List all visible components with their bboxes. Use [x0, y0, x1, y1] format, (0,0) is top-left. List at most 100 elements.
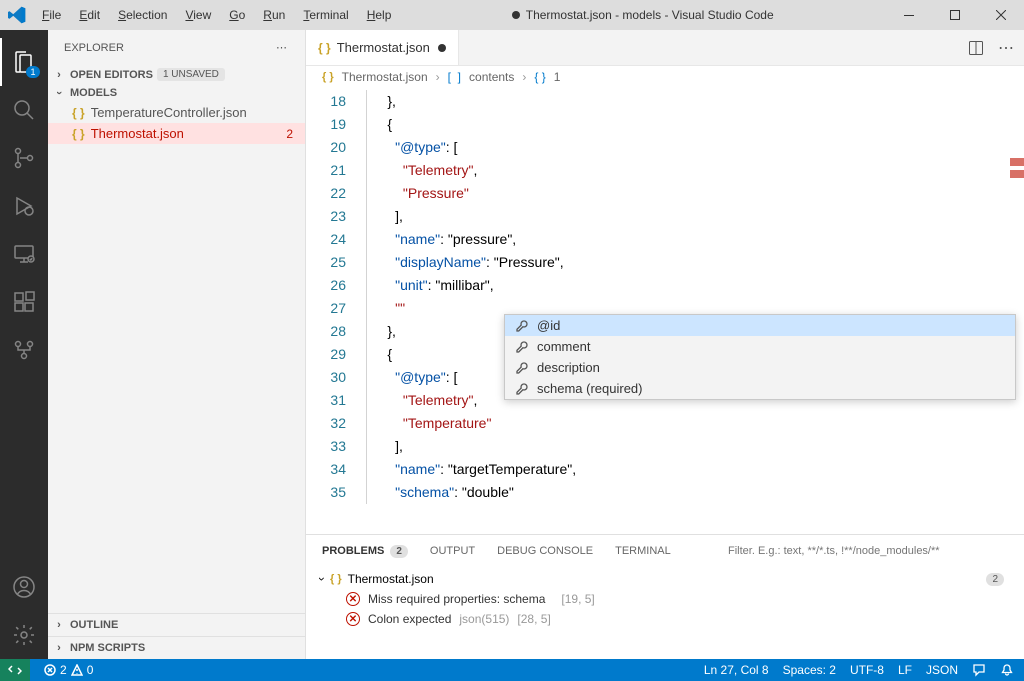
problem-location: [28, 5] [517, 612, 550, 626]
object-icon: { } [534, 70, 545, 84]
status-eol[interactable]: LF [898, 663, 912, 677]
code-line[interactable]: "name": "pressure", [364, 228, 1024, 251]
code-line[interactable]: "Pressure" [364, 182, 1024, 205]
status-cursor-position[interactable]: Ln 27, Col 8 [704, 663, 769, 677]
statusbar: 2 0 Ln 27, Col 8 Spaces: 2 UTF-8 LF JSON [0, 659, 1024, 681]
panel-tab-problems[interactable]: PROBLEMS 2 [322, 545, 408, 558]
suggest-label: comment [537, 339, 590, 354]
code-line[interactable]: }, [364, 90, 1024, 113]
editor-more-icon[interactable]: ⋯ [998, 38, 1016, 58]
problems-file-count: 2 [986, 573, 1004, 586]
menu-edit[interactable]: Edit [71, 4, 108, 26]
maximize-button[interactable] [932, 0, 978, 30]
minimap-error-marker [1010, 158, 1024, 166]
sidebar-header: EXPLORER ⋯ [48, 30, 305, 65]
suggest-item[interactable]: description [505, 357, 1015, 378]
editor-area: { } Thermostat.json ⋯ { } Thermostat.jso… [306, 30, 1024, 659]
suggest-item[interactable]: comment [505, 336, 1015, 357]
vscode-logo-icon [8, 6, 26, 24]
wrench-icon [515, 319, 529, 333]
problem-message: Miss required properties: schema [368, 592, 545, 606]
panel-tab-terminal[interactable]: TERMINAL [615, 545, 671, 557]
code-line[interactable]: "Telemetry", [364, 159, 1024, 182]
status-feedback-icon[interactable] [972, 663, 986, 677]
npm-scripts-header[interactable]: › NPM SCRIPTS [48, 636, 305, 659]
menu-terminal[interactable]: Terminal [295, 4, 356, 26]
activity-source-control[interactable] [0, 134, 48, 182]
status-errors-warnings[interactable]: 2 0 [44, 663, 93, 677]
json-icon: { } [72, 127, 85, 141]
chevron-right-icon: › [436, 70, 440, 84]
code-line[interactable]: ], [364, 205, 1024, 228]
file-item[interactable]: { }TemperatureController.json [48, 102, 305, 123]
open-editors-header[interactable]: › OPEN EDITORS 1 UNSAVED [48, 65, 305, 84]
suggest-item[interactable]: schema (required) [505, 378, 1015, 399]
code-line[interactable]: "Temperature" [364, 412, 1024, 435]
titlebar: File Edit Selection View Go Run Terminal… [0, 0, 1024, 30]
tab-thermostat[interactable]: { } Thermostat.json [306, 30, 459, 65]
breadcrumb-contents[interactable]: contents [469, 70, 514, 84]
warning-count: 0 [87, 663, 94, 677]
suggest-widget[interactable]: @id comment descriptionschema (required) [504, 314, 1016, 400]
json-icon: { } [330, 573, 342, 585]
activity-run-debug[interactable] [0, 182, 48, 230]
chevron-right-icon: › [52, 619, 66, 631]
file-problem-count: 2 [286, 127, 297, 141]
status-indentation[interactable]: Spaces: 2 [783, 663, 836, 677]
chevron-right-icon: › [52, 69, 66, 81]
json-icon: { } [318, 41, 331, 55]
file-name: TemperatureController.json [91, 105, 247, 120]
menu-view[interactable]: View [177, 4, 219, 26]
minimize-button[interactable] [886, 0, 932, 30]
code-line[interactable]: "name": "targetTemperature", [364, 458, 1024, 481]
sidebar-more-icon[interactable]: ⋯ [276, 41, 289, 54]
panel-tab-debug-console[interactable]: DEBUG CONSOLE [497, 545, 593, 557]
code-line[interactable]: "displayName": "Pressure", [364, 251, 1024, 274]
breadcrumb-index[interactable]: 1 [554, 70, 561, 84]
menu-selection[interactable]: Selection [110, 4, 175, 26]
status-encoding[interactable]: UTF-8 [850, 663, 884, 677]
unsaved-badge: 1 UNSAVED [157, 68, 225, 81]
code-line[interactable]: "unit": "millibar", [364, 274, 1024, 297]
menu-go[interactable]: Go [221, 4, 253, 26]
activity-search[interactable] [0, 86, 48, 134]
sidebar: EXPLORER ⋯ › OPEN EDITORS 1 UNSAVED › MO… [48, 30, 306, 659]
activity-git-graph[interactable] [0, 326, 48, 374]
chevron-right-icon: › [52, 642, 66, 654]
status-notifications-icon[interactable] [1000, 663, 1014, 677]
breadcrumbs[interactable]: { } Thermostat.json › [ ] contents › { }… [306, 66, 1024, 88]
problems-file-row[interactable]: › { } Thermostat.json 2 [316, 569, 1014, 589]
code-editor[interactable]: 181920212223242526272829303132333435 }, … [306, 88, 1024, 534]
status-language[interactable]: JSON [926, 663, 958, 677]
chevron-down-icon: › [315, 577, 329, 581]
minimap[interactable] [1010, 88, 1024, 534]
breadcrumb-file[interactable]: Thermostat.json [342, 70, 428, 84]
activity-explorer[interactable]: 1 [0, 38, 48, 86]
code-line[interactable]: ], [364, 435, 1024, 458]
problems-filter-input[interactable] [728, 545, 1008, 557]
panel-tab-output[interactable]: OUTPUT [430, 545, 475, 557]
outline-header[interactable]: › OUTLINE [48, 613, 305, 636]
code-line[interactable]: "@type": [ [364, 136, 1024, 159]
problems-body: › { } Thermostat.json 2 ✕Miss required p… [306, 567, 1024, 659]
activitybar: 1 [0, 30, 48, 659]
workspace-header[interactable]: › MODELS [48, 84, 305, 102]
activity-settings[interactable] [0, 611, 48, 659]
menu-run[interactable]: Run [255, 4, 293, 26]
activity-extensions[interactable] [0, 278, 48, 326]
menu-help[interactable]: Help [359, 4, 400, 26]
activity-account[interactable] [0, 563, 48, 611]
menu-file[interactable]: File [34, 4, 69, 26]
wrench-icon [515, 382, 529, 396]
file-item[interactable]: { }Thermostat.json2 [48, 123, 305, 144]
suggest-item[interactable]: @id [505, 315, 1015, 336]
close-button[interactable] [978, 0, 1024, 30]
problem-item[interactable]: ✕Colon expected json(515) [28, 5] [316, 609, 1014, 629]
problem-item[interactable]: ✕Miss required properties: schema [19, 5… [316, 589, 1014, 609]
split-editor-icon[interactable] [968, 40, 984, 56]
status-remote[interactable] [0, 659, 30, 681]
code-line[interactable]: "schema": "double" [364, 481, 1024, 504]
code-line[interactable]: { [364, 113, 1024, 136]
activity-remote-explorer[interactable] [0, 230, 48, 278]
explorer-badge: 1 [26, 66, 40, 78]
